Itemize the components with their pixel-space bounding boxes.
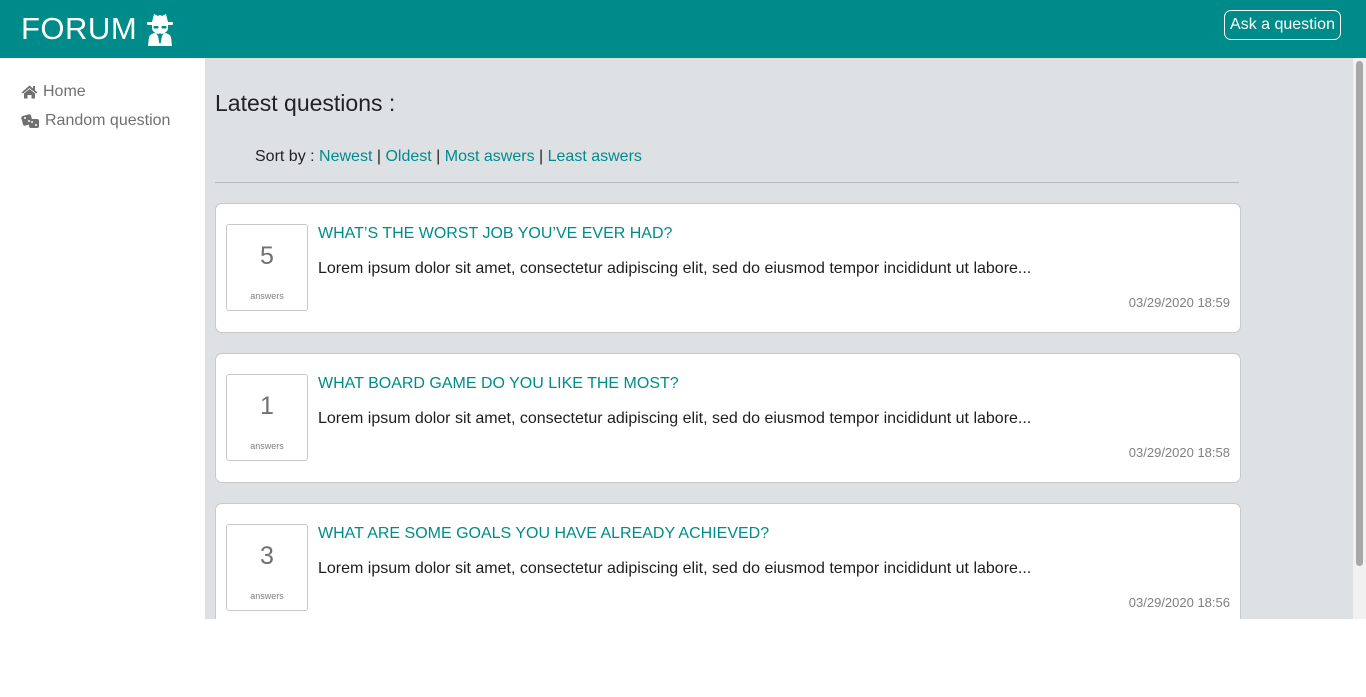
divider <box>215 182 1239 183</box>
dice-icon <box>21 113 40 129</box>
brand-title: FORUM <box>21 11 138 46</box>
answer-count-label: answers <box>250 591 284 601</box>
question-card[interactable]: 5 answers WHAT’S THE WORST JOB YOU’VE EV… <box>215 203 1241 333</box>
question-excerpt: Lorem ipsum dolor sit amet, consectetur … <box>318 560 1032 577</box>
answer-count: 5 <box>260 242 274 270</box>
answer-count-label: answers <box>250 441 284 451</box>
top-header: FORUM Ask a question <box>0 0 1366 58</box>
sidebar: Home Random question <box>0 58 205 619</box>
main-content: Latest questions : Sort by : Newest | Ol… <box>205 58 1353 619</box>
page-title: Latest questions : <box>215 90 396 116</box>
scrollbar-thumb[interactable] <box>1356 61 1363 566</box>
answer-count: 1 <box>260 392 274 420</box>
sort-most-answers-link[interactable]: Most aswers <box>445 148 535 165</box>
question-date: 03/29/2020 18:58 <box>1128 445 1230 460</box>
question-card[interactable]: 1 answers WHAT BOARD GAME DO YOU LIKE TH… <box>215 353 1241 483</box>
home-icon <box>21 85 38 99</box>
sidebar-item-home[interactable]: Home <box>21 83 86 101</box>
answer-count: 3 <box>260 542 274 570</box>
sort-separator: | <box>436 148 441 165</box>
question-title-link[interactable]: WHAT BOARD GAME DO YOU LIKE THE MOST? <box>318 375 679 393</box>
sort-separator: | <box>376 148 381 165</box>
brand-logo[interactable]: FORUM <box>21 11 175 47</box>
spy-incognito-icon <box>145 12 175 46</box>
sort-label: Sort by : <box>255 148 315 165</box>
answer-count-box: 3 answers <box>226 524 308 611</box>
sort-separator: | <box>539 148 544 165</box>
question-title-link[interactable]: WHAT ARE SOME GOALS YOU HAVE ALREADY ACH… <box>318 525 769 543</box>
question-card[interactable]: 3 answers WHAT ARE SOME GOALS YOU HAVE A… <box>215 503 1241 619</box>
sort-newest-link[interactable]: Newest <box>319 148 372 165</box>
sidebar-item-label: Home <box>43 83 86 100</box>
answer-count-box: 5 answers <box>226 224 308 311</box>
question-date: 03/29/2020 18:59 <box>1128 295 1230 310</box>
sort-least-answers-link[interactable]: Least aswers <box>548 148 642 165</box>
question-excerpt: Lorem ipsum dolor sit amet, consectetur … <box>318 410 1032 427</box>
ask-question-button[interactable]: Ask a question <box>1224 10 1341 40</box>
question-date: 03/29/2020 18:56 <box>1128 595 1230 610</box>
page-bottom-blank <box>0 619 1366 697</box>
answer-count-box: 1 answers <box>226 374 308 461</box>
sidebar-item-label: Random question <box>45 112 171 129</box>
sidebar-item-random-question[interactable]: Random question <box>21 112 170 130</box>
sort-oldest-link[interactable]: Oldest <box>385 148 431 165</box>
question-title-link[interactable]: WHAT’S THE WORST JOB YOU’VE EVER HAD? <box>318 225 672 243</box>
sort-bar: Sort by : Newest | Oldest | Most aswers … <box>255 148 642 166</box>
question-excerpt: Lorem ipsum dolor sit amet, consectetur … <box>318 260 1032 277</box>
answer-count-label: answers <box>250 291 284 301</box>
